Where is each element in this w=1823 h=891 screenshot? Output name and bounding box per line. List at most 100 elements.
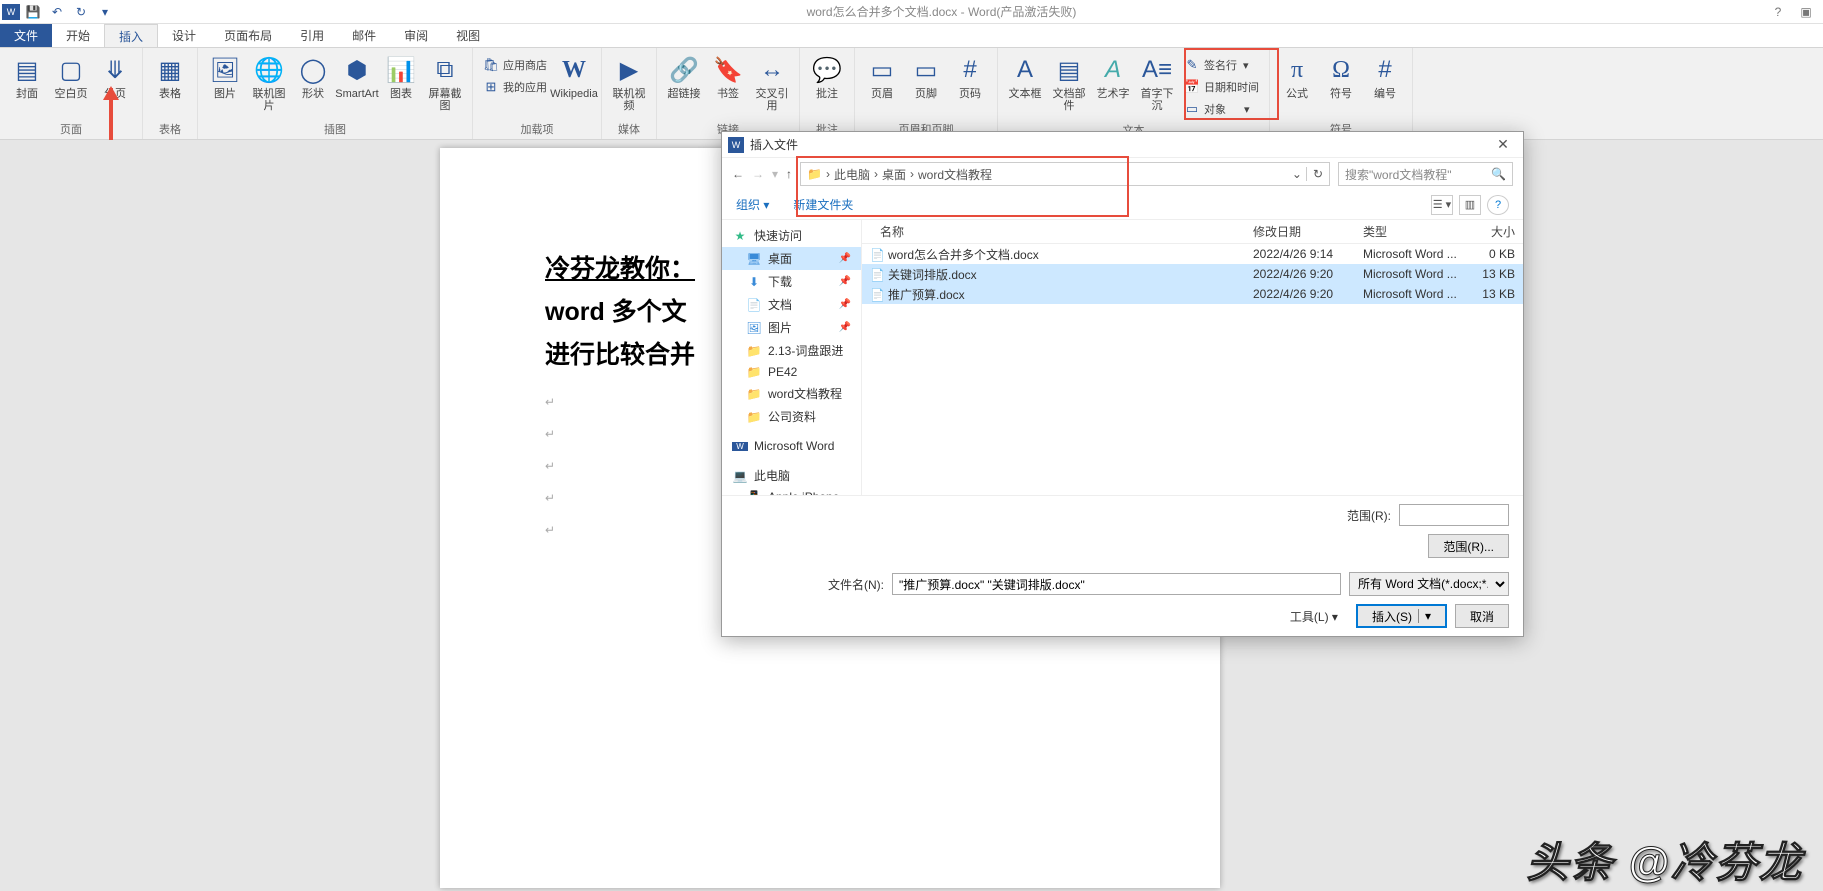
nav-back-icon[interactable]: ←: [732, 167, 744, 181]
crossref-button[interactable]: ↔交叉引用: [751, 50, 793, 112]
window-title: word怎么合并多个文档.docx - Word(产品激活失败): [116, 3, 1767, 20]
tab-mailings[interactable]: 邮件: [338, 24, 390, 47]
bookmark-button[interactable]: 🔖书签: [707, 50, 749, 100]
picture-button[interactable]: 🖼图片: [204, 50, 246, 100]
view-details-icon[interactable]: ▥: [1459, 195, 1481, 215]
side-folder1[interactable]: 📁2.13-词盘跟进: [722, 339, 861, 362]
video-icon: ▶: [613, 54, 645, 86]
header-icon: ▭: [866, 54, 898, 86]
addins-icon: ⊞: [483, 79, 499, 95]
tools-button[interactable]: 工具(L) ▾: [1290, 608, 1338, 625]
side-msword[interactable]: WMicrosoft Word: [722, 436, 861, 456]
hyperlink-button[interactable]: 🔗超链接: [663, 50, 705, 100]
smartart-button[interactable]: ⬢SmartArt: [336, 50, 378, 100]
number-button[interactable]: #编号: [1364, 50, 1406, 100]
tab-references[interactable]: 引用: [286, 24, 338, 47]
ribbon-options-icon[interactable]: ▣: [1795, 2, 1817, 22]
newfolder-button[interactable]: 新建文件夹: [793, 196, 853, 213]
help-icon[interactable]: ?: [1487, 195, 1509, 215]
side-quick-access[interactable]: ★快速访问: [722, 224, 861, 247]
save-icon[interactable]: 💾: [22, 1, 44, 23]
symbol-button[interactable]: Ω符号: [1320, 50, 1362, 100]
filename-label: 文件名(N):: [828, 576, 884, 593]
folder-icon: 📁: [746, 387, 762, 401]
docparts-button[interactable]: ▤文档部件: [1048, 50, 1090, 112]
folder-icon: 📁: [746, 365, 762, 379]
range-button[interactable]: 范围(R)...: [1428, 534, 1509, 558]
side-iphone[interactable]: 📱Apple iPhone: [722, 487, 861, 495]
refresh-icon[interactable]: ↻: [1306, 167, 1323, 181]
nav-forward-icon[interactable]: →: [752, 167, 764, 181]
col-name[interactable]: 名称: [862, 223, 1245, 240]
side-pictures[interactable]: 🖼图片📌: [722, 316, 861, 339]
wordart-button[interactable]: A艺术字: [1092, 50, 1134, 100]
col-type[interactable]: 类型: [1355, 223, 1465, 240]
nav-dropdown-icon[interactable]: ▾: [772, 167, 778, 181]
folder-icon: 📁: [807, 167, 822, 181]
crumb-dropdown-icon[interactable]: ⌄: [1292, 167, 1302, 181]
blank-page-button[interactable]: ▢空白页: [50, 50, 92, 100]
search-input[interactable]: 搜索"word文档教程" 🔍: [1338, 162, 1513, 186]
footer-button[interactable]: ▭页脚: [905, 50, 947, 100]
filetype-select[interactable]: 所有 Word 文档(*.docx;*.docx: [1349, 572, 1509, 596]
wikipedia-button[interactable]: WWikipedia: [553, 50, 595, 100]
crumb-folder[interactable]: word文档教程: [918, 166, 992, 183]
side-desktop[interactable]: 🖥桌面📌: [722, 247, 861, 270]
group-pages: ▤封面 ▢空白页 ⤋分页 页面: [0, 48, 143, 139]
tab-view[interactable]: 视图: [442, 24, 494, 47]
comment-button[interactable]: 💬批注: [806, 50, 848, 100]
store-button[interactable]: 🛍应用商店: [479, 54, 551, 76]
tab-file[interactable]: 文件: [0, 24, 52, 47]
col-size[interactable]: 大小: [1465, 223, 1523, 240]
cover-page-icon: ▤: [11, 54, 43, 86]
video-button[interactable]: ▶联机视频: [608, 50, 650, 112]
organize-button[interactable]: 组织 ▾: [736, 196, 769, 213]
cancel-button[interactable]: 取消: [1455, 604, 1509, 628]
table-button[interactable]: ▦表格: [149, 50, 191, 100]
pagenum-button[interactable]: #页码: [949, 50, 991, 100]
side-downloads[interactable]: ⬇下载📌: [722, 270, 861, 293]
header-button[interactable]: ▭页眉: [861, 50, 903, 100]
myaddins-button[interactable]: ⊞我的应用: [479, 76, 551, 98]
textbox-button[interactable]: A文本框: [1004, 50, 1046, 100]
qat-dropdown-icon[interactable]: ▾: [94, 1, 116, 23]
tab-insert[interactable]: 插入: [104, 24, 158, 47]
side-thispc[interactable]: 💻此电脑: [722, 464, 861, 487]
equation-button[interactable]: π公式: [1276, 50, 1318, 100]
close-button[interactable]: ✕: [1489, 136, 1517, 153]
crumb-thispc[interactable]: 此电脑: [834, 166, 870, 183]
tab-layout[interactable]: 页面布局: [210, 24, 286, 47]
dropcap-button[interactable]: A≡首字下沉: [1136, 50, 1178, 112]
insert-button[interactable]: 插入(S)▾: [1356, 604, 1447, 628]
redo-icon[interactable]: ↻: [70, 1, 92, 23]
undo-icon[interactable]: ↶: [46, 1, 68, 23]
watermark: 头条 @冷芬龙: [1526, 829, 1803, 890]
filename-input[interactable]: [892, 573, 1341, 595]
breadcrumb[interactable]: 📁 › 此电脑› 桌面› word文档教程 ⌄ ↻: [800, 162, 1330, 186]
tab-home[interactable]: 开始: [52, 24, 104, 47]
range-input[interactable]: [1399, 504, 1509, 526]
nav-up-icon[interactable]: ↑: [786, 167, 792, 181]
chart-button[interactable]: 📊图表: [380, 50, 422, 100]
side-folder2[interactable]: 📁PE42: [722, 362, 861, 382]
side-documents[interactable]: 📄文档📌: [722, 293, 861, 316]
crumb-desktop[interactable]: 桌面: [882, 166, 906, 183]
file-row[interactable]: 📄关键词排版.docx2022/4/26 9:20Microsoft Word …: [862, 264, 1523, 284]
group-media: ▶联机视频 媒体: [602, 48, 657, 139]
help-icon[interactable]: ?: [1767, 2, 1789, 22]
screenshot-button[interactable]: ⧉屏幕截图: [424, 50, 466, 112]
col-date[interactable]: 修改日期: [1245, 223, 1355, 240]
shapes-button[interactable]: ◯形状: [292, 50, 334, 100]
search-icon[interactable]: 🔍: [1491, 167, 1506, 181]
tab-design[interactable]: 设计: [158, 24, 210, 47]
tab-review[interactable]: 审阅: [390, 24, 442, 47]
side-folder3[interactable]: 📁word文档教程: [722, 382, 861, 405]
online-picture-button[interactable]: 🌐联机图片: [248, 50, 290, 112]
file-row[interactable]: 📄word怎么合并多个文档.docx2022/4/26 9:14Microsof…: [862, 244, 1523, 264]
view-list-icon[interactable]: ☰ ▾: [1431, 195, 1453, 215]
file-row[interactable]: 📄推广预算.docx2022/4/26 9:20Microsoft Word .…: [862, 284, 1523, 304]
side-folder4[interactable]: 📁公司资料: [722, 405, 861, 428]
cover-page-button[interactable]: ▤封面: [6, 50, 48, 100]
group-symbols: π公式 Ω符号 #编号 符号: [1270, 48, 1413, 139]
picture-icon: 🖼: [209, 54, 241, 86]
